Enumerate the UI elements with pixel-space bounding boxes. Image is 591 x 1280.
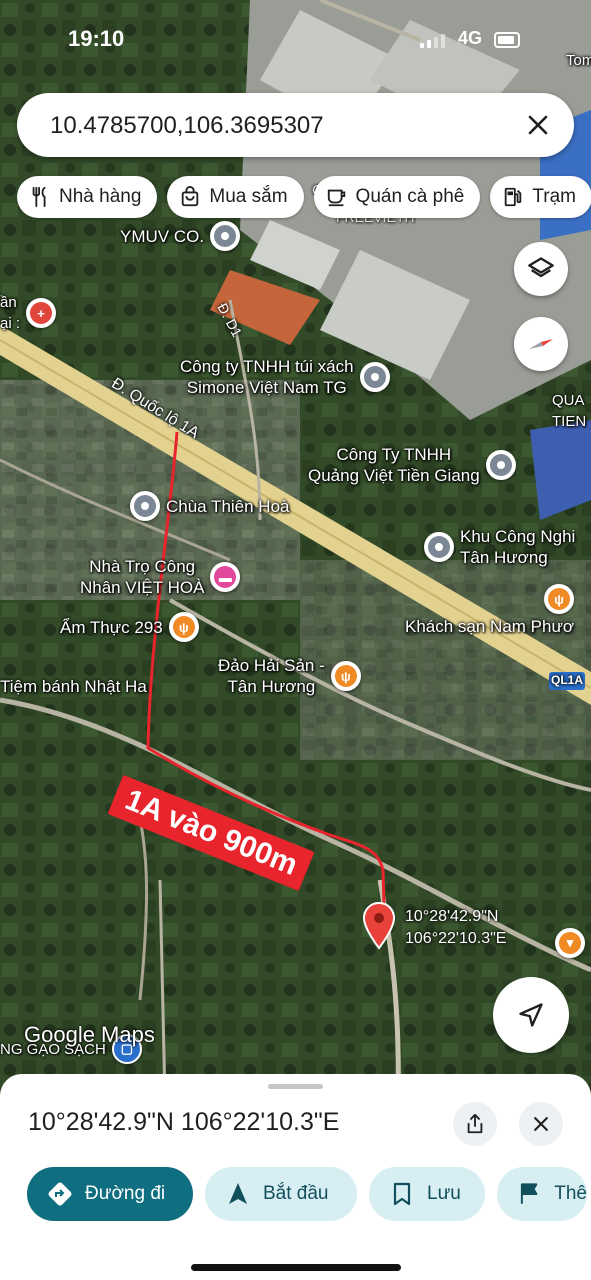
flag-icon <box>520 1183 538 1204</box>
search-query[interactable]: 10.4785700,106.3695307 <box>50 112 324 140</box>
place-tiem-banh[interactable]: Tiệm bánh Nhật Ha <box>0 676 147 697</box>
start-button[interactable]: Bắt đầu <box>205 1167 357 1221</box>
compass-icon <box>529 339 553 349</box>
chip-shopping[interactable]: Mua sắm <box>167 176 304 218</box>
network-type: 4G <box>458 28 483 48</box>
shopping-bag-icon <box>182 186 199 207</box>
sheet-drag-handle[interactable] <box>268 1084 323 1089</box>
action-buttons: Đường đi Bắt đầu Lưu Thê <box>27 1167 587 1221</box>
directions-button[interactable]: Đường đi <box>27 1167 193 1221</box>
my-location-button[interactable] <box>493 977 569 1053</box>
search-bar[interactable]: 10.4785700,106.3695307 <box>17 93 574 157</box>
share-icon <box>467 1113 483 1134</box>
sheet-title: 10°28'42.9"N 106°22'10.3"E <box>28 1108 340 1136</box>
chip-restaurants[interactable]: Nhà hàng <box>17 176 158 218</box>
place-nha-tro[interactable]: Nhà Trọ Công Nhân VIỆT HOÀ ▬ <box>80 556 241 598</box>
navigation-arrow-icon <box>229 1183 247 1204</box>
directions-icon <box>48 1182 72 1206</box>
place-marker-icon <box>485 450 516 480</box>
temple-icon <box>130 491 160 521</box>
place-chua-thien-hoa[interactable]: Chùa Thiên Hoà <box>130 491 290 521</box>
dropped-pin-icon[interactable] <box>362 902 396 950</box>
place-khach-san[interactable]: ψ Khách sạn Nam Phươ <box>405 584 574 637</box>
chip-coffee[interactable]: Quán cà phê <box>313 176 481 218</box>
fork-knife-icon: ψ <box>544 584 574 614</box>
place-marker-icon <box>210 221 241 251</box>
bed-icon: ▬ <box>210 562 241 592</box>
close-icon[interactable] <box>522 109 554 141</box>
place-marker-icon <box>424 532 454 562</box>
status-time: 19:10 <box>68 26 125 51</box>
place-qua-tien: QUA TIEN <box>552 392 587 430</box>
fork-knife-icon: ψ <box>168 612 199 642</box>
place-marker-icon <box>359 362 390 392</box>
fork-knife-icon <box>32 186 46 208</box>
chip-gas-station[interactable]: Trạm <box>490 176 591 218</box>
more-button[interactable]: Thê <box>497 1167 587 1221</box>
layers-button[interactable] <box>514 242 568 296</box>
place-left-top[interactable]: ần ại : + <box>0 292 57 334</box>
share-button[interactable] <box>453 1102 497 1146</box>
status-bar: 19:10 4G <box>0 22 591 58</box>
place-ymuv[interactable]: YMUV CO. <box>120 221 241 251</box>
map-view[interactable]: QL1A Đ. Quốc lộ 1A Đ. D1 YMUV CO. ần ại … <box>0 0 591 1100</box>
close-sheet-button[interactable] <box>519 1102 563 1146</box>
coffee-cup-icon: ▾ <box>555 928 585 958</box>
home-indicator <box>191 1264 401 1271</box>
fuel-pump-icon <box>505 187 522 207</box>
place-cafe-marker[interactable]: ▾ <box>555 928 585 958</box>
place-simone[interactable]: Công ty TNHH túi xách Simone Việt Nam TG <box>180 356 390 398</box>
place-bottom-sheet[interactable]: 10°28'42.9"N 106°22'10.3"E Đường đi Bắt … <box>0 1074 591 1280</box>
place-dao-hai-san[interactable]: Đảo Hải Sản - Tân Hương ψ <box>218 655 361 697</box>
ql1a-badge-label: QL1A <box>550 673 583 687</box>
fork-knife-icon: ψ <box>330 661 361 691</box>
google-maps-attribution: Google Maps <box>24 1022 155 1047</box>
place-khu-cong-nghiep[interactable]: Khu Công Nghi Tân Hương <box>424 526 575 568</box>
battery-icon <box>494 32 520 48</box>
close-icon <box>534 1117 548 1131</box>
navigation-arrow-icon <box>519 1003 543 1027</box>
save-button[interactable]: Lưu <box>369 1167 485 1221</box>
place-quang-viet[interactable]: Công Ty TNHH Quảng Việt Tiền Giang <box>308 444 516 486</box>
hospital-icon: + <box>26 298 57 328</box>
dropped-pin-label: 10°28'42.9"N 106°22'10.3"E <box>405 908 507 947</box>
compass-button[interactable] <box>514 317 568 371</box>
place-am-thuc-293[interactable]: Ẩm Thực 293 ψ <box>60 612 199 642</box>
bookmark-icon <box>393 1182 411 1206</box>
layers-icon <box>528 257 554 278</box>
coffee-cup-icon <box>327 189 345 207</box>
category-chips: Nhà hàng Mua sắm Quán cà phê Trạm <box>17 176 591 218</box>
signal-icon <box>420 34 445 48</box>
